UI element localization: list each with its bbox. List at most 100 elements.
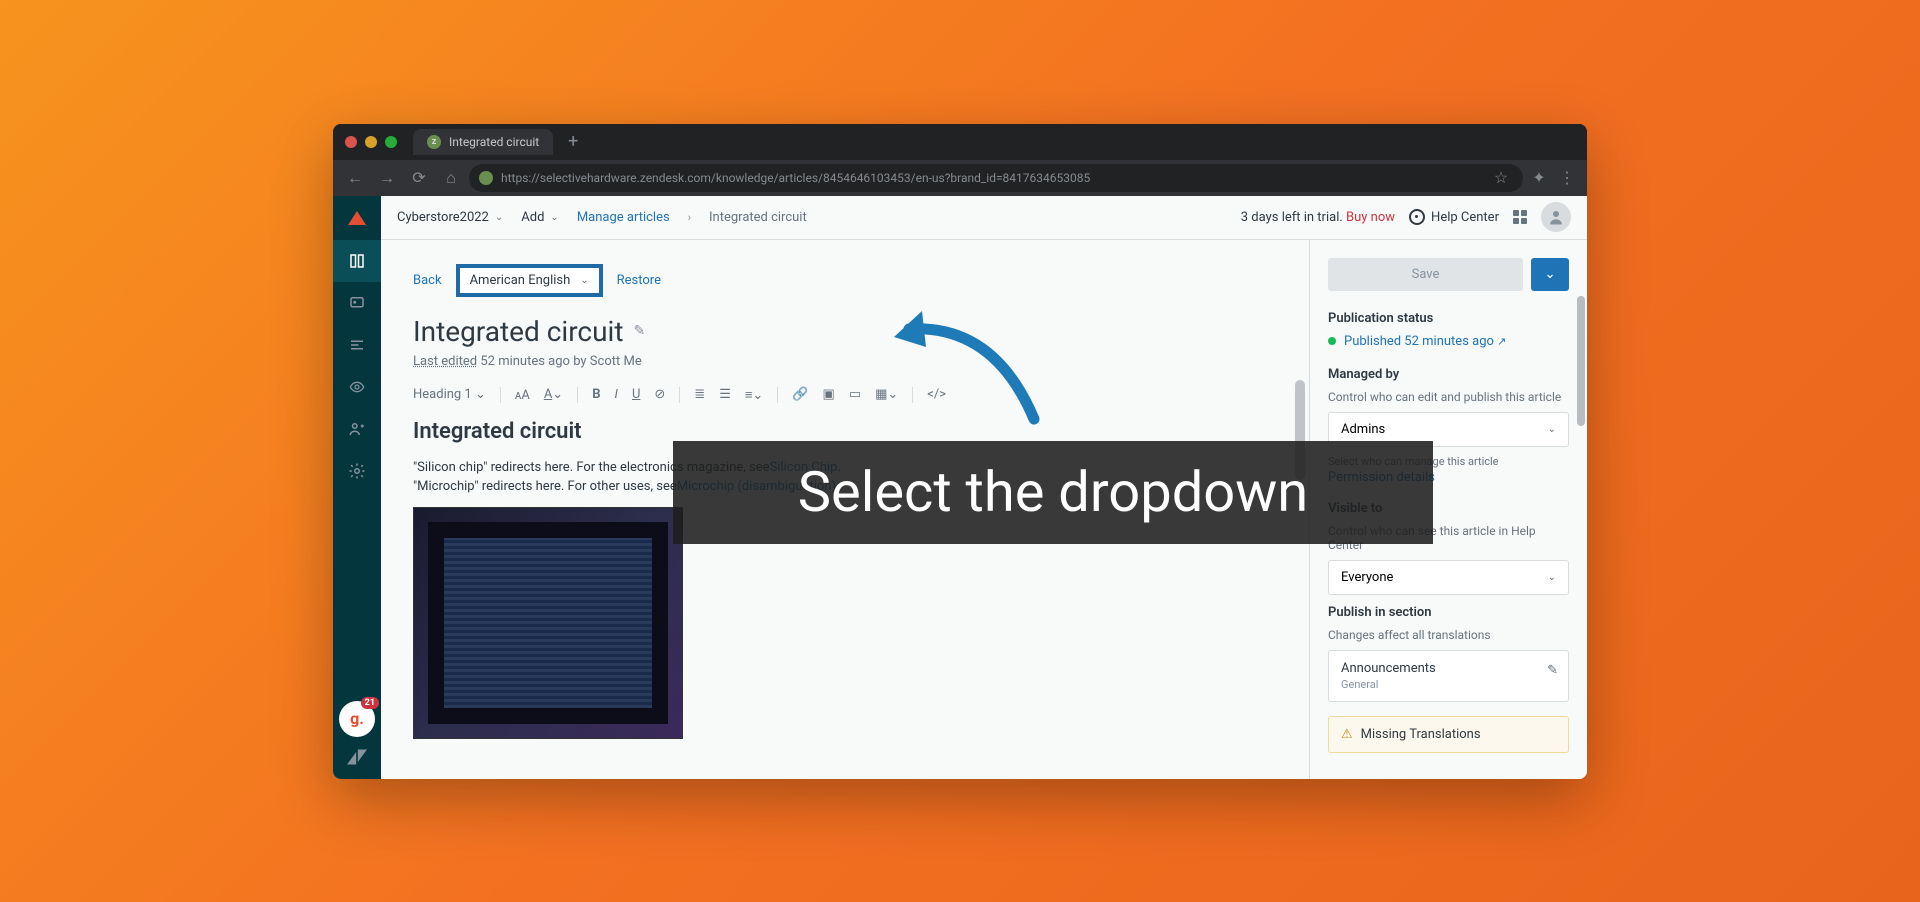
help-center-link[interactable]: Help Center xyxy=(1409,209,1499,225)
minimize-icon[interactable] xyxy=(365,136,377,148)
microchip-link[interactable]: Microchip (disambiguation) xyxy=(677,479,836,494)
sidebar: g.21 xyxy=(333,196,381,779)
chevron-down-icon: ⌄ xyxy=(495,212,503,223)
buy-now-link[interactable]: Buy now xyxy=(1346,210,1395,225)
save-row: Save ⌄ xyxy=(1328,258,1569,291)
link-icon[interactable]: 🔗 xyxy=(792,387,808,402)
permission-details-link[interactable]: Permission details xyxy=(1328,470,1569,485)
italic-icon[interactable]: I xyxy=(615,387,618,402)
lifesaver-icon xyxy=(1409,209,1425,225)
trial-days: 3 days left in trial. xyxy=(1241,210,1343,225)
warning-text: Missing Translations xyxy=(1361,727,1481,742)
breadcrumb-current: Integrated circuit xyxy=(709,210,807,225)
title-row: Integrated circuit ✎ xyxy=(413,315,1277,348)
code-icon[interactable]: </> xyxy=(927,387,946,402)
tab-title: Integrated circuit xyxy=(449,135,539,149)
manage-articles-link[interactable]: Manage articles xyxy=(577,210,670,225)
back-link[interactable]: Back xyxy=(413,273,442,288)
lock-icon xyxy=(479,171,493,185)
add-menu[interactable]: Add⌄ xyxy=(521,210,559,225)
warning-box: ⚠ Missing Translations xyxy=(1328,716,1569,753)
home-icon[interactable]: ⌂ xyxy=(437,164,465,192)
managed-hint: Select who can manage this article xyxy=(1328,455,1569,468)
address-bar: ← → ⟳ ⌂ https://selectivehardware.zendes… xyxy=(333,160,1587,196)
redirect-note-1: "Silicon chip" redirects here. For the e… xyxy=(413,458,1277,478)
close-icon[interactable] xyxy=(345,136,357,148)
section-category: General xyxy=(1341,678,1556,691)
url-input[interactable]: https://selectivehardware.zendesk.com/kn… xyxy=(469,164,1523,192)
extensions-icon[interactable]: ✦ xyxy=(1527,168,1551,187)
help-label: Help Center xyxy=(1431,210,1499,225)
image-icon[interactable]: ▣ xyxy=(823,387,835,402)
list-number-icon[interactable]: ☰ xyxy=(719,387,731,402)
menu-icon[interactable]: ⋮ xyxy=(1555,168,1579,187)
main: Cyberstore2022⌄ Add⌄ Manage articles › I… xyxy=(381,196,1587,779)
save-options-button[interactable]: ⌄ xyxy=(1531,258,1569,291)
sidebar-item-knowledge[interactable] xyxy=(333,240,381,282)
silicon-chip-link[interactable]: Silicon Chip xyxy=(770,460,838,475)
font-color-icon[interactable]: A⌄ xyxy=(544,387,563,402)
managed-heading: Managed by xyxy=(1328,367,1569,382)
pub-status-row: Published 52 minutes ago ↗ xyxy=(1328,334,1569,349)
sidebar-item-settings[interactable] xyxy=(333,450,381,492)
external-link-icon: ↗ xyxy=(1497,335,1506,348)
underline-icon[interactable]: U xyxy=(632,387,640,402)
sidebar-item-users[interactable] xyxy=(333,408,381,450)
browser-tab[interactable]: z Integrated circuit xyxy=(413,129,553,155)
status-dot-icon xyxy=(1328,337,1336,345)
table-icon[interactable]: ▦⌄ xyxy=(875,387,898,402)
visible-value: Everyone xyxy=(1341,570,1393,585)
align-icon[interactable]: ≡⌄ xyxy=(745,387,763,403)
section-heading: Publish in section xyxy=(1328,605,1569,620)
browser-window: z Integrated circuit + ← → ⟳ ⌂ https://s… xyxy=(333,124,1587,779)
body-heading: Integrated circuit xyxy=(413,419,1277,444)
save-button[interactable]: Save xyxy=(1328,258,1523,291)
restore-link[interactable]: Restore xyxy=(617,273,661,288)
topbar: Cyberstore2022⌄ Add⌄ Manage articles › I… xyxy=(381,196,1587,240)
right-panel: Save ⌄ Publication status Published 52 m… xyxy=(1309,240,1587,779)
edit-title-icon[interactable]: ✎ xyxy=(633,323,645,339)
apps-icon[interactable] xyxy=(1513,210,1527,224)
star-icon[interactable]: ☆ xyxy=(1489,168,1513,187)
font-size-icon[interactable]: ᴀA xyxy=(515,387,530,403)
avatar[interactable] xyxy=(1541,202,1571,232)
rich-text-toolbar: Heading 1 ⌄ ᴀA A⌄ B I U ⊘ ≣ ☰ ≡⌄ xyxy=(413,387,1277,403)
editor-scrollbar[interactable] xyxy=(1295,380,1305,480)
language-value: American English xyxy=(470,273,571,288)
url-text: https://selectivehardware.zendesk.com/kn… xyxy=(501,171,1481,185)
managed-sub: Control who can edit and publish this ar… xyxy=(1328,390,1569,404)
new-tab-button[interactable]: + xyxy=(561,131,585,152)
edit-section-icon[interactable]: ✎ xyxy=(1547,663,1558,678)
sidebar-item-views[interactable] xyxy=(333,366,381,408)
clear-format-icon[interactable]: ⊘ xyxy=(654,387,665,402)
article-meta: Last edited 52 minutes ago by Scott Me xyxy=(413,354,1277,369)
back-icon[interactable]: ← xyxy=(341,164,369,192)
bold-icon[interactable]: B xyxy=(592,387,600,402)
zendesk-logo[interactable] xyxy=(333,196,381,240)
managed-by-select[interactable]: Admins⌄ xyxy=(1328,412,1569,447)
section-select[interactable]: Announcements General ✎ xyxy=(1328,650,1569,702)
maximize-icon[interactable] xyxy=(385,136,397,148)
article-body[interactable]: Integrated circuit "Silicon chip" redire… xyxy=(413,419,1277,739)
grammarly-badge[interactable]: g.21 xyxy=(339,701,375,737)
warning-icon: ⚠ xyxy=(1341,727,1353,742)
workspace-name: Cyberstore2022 xyxy=(397,210,489,225)
published-link[interactable]: Published 52 minutes ago ↗ xyxy=(1344,334,1506,349)
badge-count: 21 xyxy=(361,697,379,709)
zendesk-favicon-icon: z xyxy=(427,135,441,149)
last-edited-label: Last edited xyxy=(413,354,477,369)
sidebar-item-moderate[interactable] xyxy=(333,282,381,324)
visible-heading: Visible to xyxy=(1328,501,1569,516)
workspace-selector[interactable]: Cyberstore2022 ⌄ xyxy=(397,210,503,225)
list-bullet-icon[interactable]: ≣ xyxy=(694,387,705,402)
reload-icon[interactable]: ⟳ xyxy=(405,164,433,192)
chip-image xyxy=(413,507,683,739)
zendesk-icon[interactable] xyxy=(347,749,367,769)
forward-icon[interactable]: → xyxy=(373,164,401,192)
heading-selector[interactable]: Heading 1 ⌄ xyxy=(413,387,486,402)
video-icon[interactable]: ▭ xyxy=(849,387,861,402)
language-dropdown[interactable]: American English ⌄ xyxy=(456,264,603,297)
visible-to-select[interactable]: Everyone⌄ xyxy=(1328,560,1569,595)
sidebar-item-arrange[interactable] xyxy=(333,324,381,366)
panel-scrollbar-thumb[interactable] xyxy=(1577,296,1585,426)
